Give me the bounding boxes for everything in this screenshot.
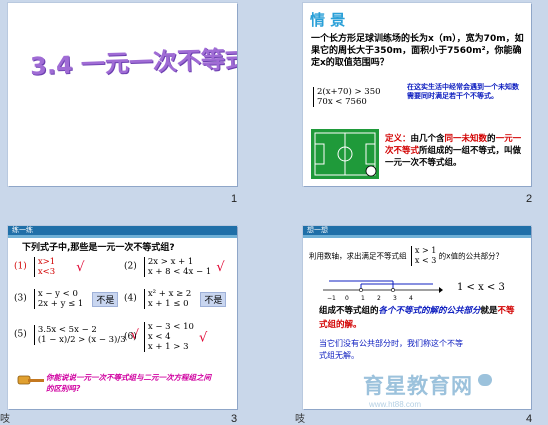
inequality-item-6: (6) x − 3 < 10 x < 4 x + 1 > 3 √	[124, 322, 207, 352]
definition-text-c: 的	[487, 134, 496, 144]
slide-2-note: 在这实生活中经常会遇到一个未知数需要同时满足若干个不等式。	[407, 83, 519, 100]
item-4-line1: x² + x ≥ 2	[147, 288, 192, 299]
definition-text-b: 同一未知数	[444, 134, 488, 144]
slide-4-intro: 利用数轴，求出满足不等式组 x > 1 x < 3 的x值的公共部分？	[309, 246, 503, 266]
tick-label: 2	[377, 295, 381, 302]
slide-1-number: 1	[231, 193, 238, 205]
slide-4-bar-label: 想一想	[307, 226, 328, 234]
item-6-line1: x − 3 < 10	[147, 322, 194, 332]
inequality-item-5: (5) 3.5x < 5x − 2 (1 − x)/2 > (x − 3)/3 …	[14, 324, 139, 345]
inequality-item-2: (2) 2x > x + 1 x + 8 < 4x − 1 √	[124, 256, 225, 277]
inequality-item-3: (3) x − y < 0 2x + y ≤ 1 不是	[14, 288, 119, 309]
conclusion-text-c: 就是	[480, 306, 498, 316]
item-6-label: (6)	[124, 332, 137, 342]
slide-2-thumbnail[interactable]: 情 景 一个长方形足球训练场的长为x（m），宽为70m，如果它的周长大于350m…	[303, 3, 531, 186]
slide-3-header-stripe	[8, 235, 237, 238]
slide-4-number: 4	[526, 413, 533, 425]
item-4-not-badge: 不是	[200, 292, 227, 307]
slide-2-definition: 定义：由几个含同一未知数的一元一次不等式所组成的一组不等式，叫做一元一次不等式组…	[385, 133, 525, 169]
slide-1-thumbnail[interactable]: 3.4 一元一次不等式组	[8, 3, 237, 186]
site-watermark: 育星教育网 www.ht88.com	[363, 370, 493, 409]
tick-label: −1	[327, 295, 336, 302]
item-5-line2: (1 − x)/2 > (x − 3)/3	[37, 334, 126, 345]
watermark-url: www.ht88.com	[369, 400, 422, 409]
hammer-icon	[16, 373, 46, 393]
football-field-image	[311, 129, 379, 179]
inequality-item-4: (4) x² + x ≥ 2 x + 1 ≤ 0 不是	[124, 288, 227, 309]
tick-label: 4	[409, 295, 413, 302]
item-1-check: √	[76, 260, 85, 275]
slide-4-header-bar	[303, 226, 531, 235]
slide-4-result: 1 < x < 3	[457, 282, 505, 293]
slide-1-title: 3.4 一元一次不等式组	[29, 44, 237, 81]
slide-2-number: 2	[526, 193, 533, 205]
item-1-label: (1)	[14, 261, 27, 272]
item-5-label: (5)	[14, 329, 27, 340]
slide-4-conclusion: 组成不等式组的各个不等式的解的公共部分就是不等式组的解。	[319, 304, 519, 332]
intro-sys-line2: x < 3	[414, 256, 437, 265]
tick-label: 0	[345, 295, 349, 302]
item-3-not-badge: 不是	[92, 292, 119, 307]
item-3-label: (3)	[14, 293, 27, 304]
slide-4-no-solution-note: 当它们没有公共部分时，我们称这个不等式组无解。	[319, 339, 463, 360]
slide-2-heading: 情 景	[310, 11, 346, 29]
slide-2-system: 2(x+70) > 350 70x < 7560	[311, 87, 381, 107]
tick-label: 1	[361, 295, 365, 302]
item-6-line2: x < 4	[147, 332, 171, 342]
slide-2-sys-line2: 70x < 7560	[317, 97, 367, 107]
item-1-line2: x<3	[37, 266, 56, 277]
slide-3-thumbnail[interactable]: 练一练 下列式子中,那些是一元一次不等式组? (1) x>1 x<3 √ (2)…	[8, 226, 237, 409]
item-3-line2: 2x + y ≤ 1	[37, 298, 84, 309]
item-6-check: √	[199, 330, 208, 346]
slide-3-bar-label: 练一练	[12, 226, 33, 234]
number-line: −1 0 1 2 3 4	[323, 280, 443, 302]
slide-4-thumbnail[interactable]: 想一想 利用数轴，求出满足不等式组 x > 1 x < 3 的x值的公共部分？ …	[303, 226, 531, 409]
item-2-check: √	[216, 260, 225, 275]
intro-text-b: 的x值的公共部分？	[438, 251, 504, 261]
slide-3-number: 3	[231, 413, 238, 425]
slide-2-sys-line1: 2(x+70) > 350	[317, 87, 381, 97]
slide-2-problem: 一个长方形足球训练场的长为x（m），宽为70m，如果它的周长大于350m，面积小…	[311, 34, 524, 68]
slide-3-question: 下列式子中,那些是一元一次不等式组?	[22, 243, 175, 253]
item-4-line2: x + 1 ≤ 0	[147, 298, 189, 309]
item-4-label: (4)	[124, 293, 137, 304]
slide-4-header-stripe	[303, 235, 531, 238]
item-3-line1: x − y < 0	[37, 288, 78, 299]
conclusion-text-a: 组成不等式组的	[319, 306, 379, 316]
item-1-line1: x>1	[37, 256, 56, 267]
item-2-line2: x + 8 < 4x − 1	[147, 266, 212, 277]
definition-label: 定义：	[385, 134, 411, 144]
conclusion-text-b: 各个不等式的解的公共部分	[378, 306, 481, 316]
intro-text-a: 利用数轴，求出满足不等式组	[309, 251, 407, 261]
definition-text-a: 由几个含	[410, 134, 445, 144]
item-2-line1: 2x > x + 1	[147, 256, 194, 267]
intro-sys-line1: x > 1	[414, 246, 437, 255]
item-5-line1: 3.5x < 5x − 2	[37, 324, 97, 335]
tick-label: 3	[393, 295, 397, 302]
watermark-text: 育星教育网	[363, 374, 473, 398]
item-2-label: (2)	[124, 261, 137, 272]
item-6-line3: x + 1 > 3	[147, 342, 189, 352]
watermark-badge	[478, 374, 493, 386]
slide-3-header-bar	[8, 226, 237, 235]
inequality-item-1: (1) x>1 x<3 √	[14, 256, 85, 277]
slide-3-bottom-question: 你能说说一元一次不等式组与二元一次方程组之间的区别吗?	[46, 373, 211, 393]
